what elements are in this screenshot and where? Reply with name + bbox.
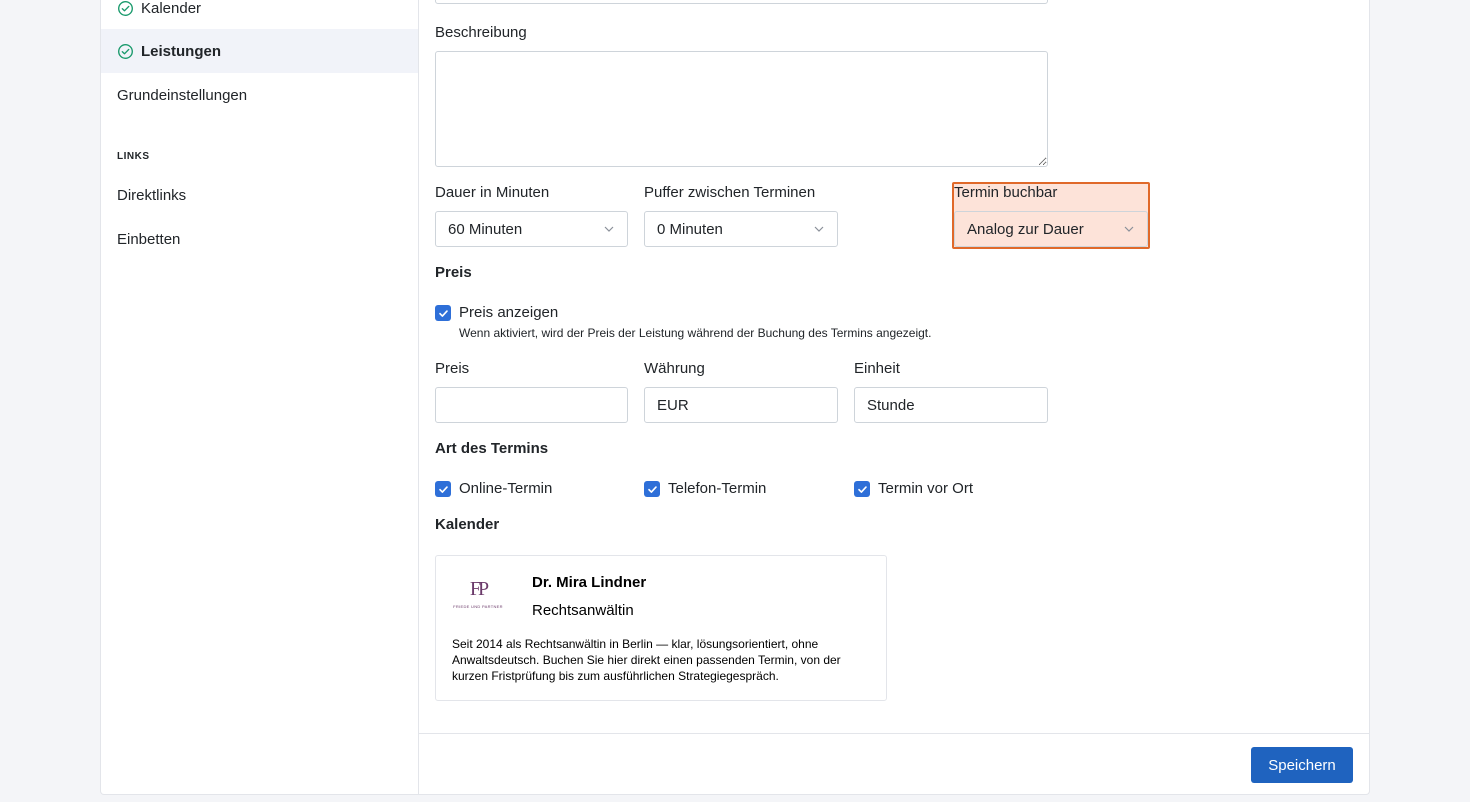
check-circle-icon [118,43,133,59]
bookable-select[interactable]: Analog zur Dauer [954,211,1148,247]
sidebar-item-direktlinks[interactable]: Direktlinks [101,173,418,217]
duration-label: Dauer in Minuten [435,184,550,201]
sidebar-item-grundeinstellungen[interactable]: Grundeinstellungen [101,73,418,117]
phone-appointment-checkbox[interactable] [644,481,660,497]
name-input[interactable] [435,0,1048,4]
chevron-down-icon [1124,226,1134,232]
card-name: Dr. Mira Lindner [532,574,647,591]
links-section-title: LINKS [117,151,150,162]
price-input[interactable] [435,387,628,423]
logo-subtext: FRIEDE UND PARTNER [453,604,503,609]
sidebar-item-leistungen[interactable]: Leistungen [101,29,418,73]
chevron-down-icon [604,226,614,232]
buffer-label: Puffer zwischen Terminen [644,184,816,201]
checkmark-icon [438,309,448,317]
sidebar: Kalender Leistungen Grundeinstellungen L… [101,0,419,794]
app-panel: Kalender Leistungen Grundeinstellungen L… [100,0,1370,795]
bookable-field-highlight: Termin buchbar Analog zur Dauer [952,182,1150,249]
law-firm-logo: FP FRIEDE UND PARTNER [452,578,504,618]
online-appointment-label: Online-Termin [459,480,553,497]
price-label: Preis [435,360,470,377]
show-price-checkbox[interactable] [435,305,451,321]
buffer-value: 0 Minuten [657,220,723,238]
sidebar-item-einbetten[interactable]: Einbetten [101,217,418,261]
footer-bar: Speichern [419,733,1369,795]
currency-label: Währung [644,360,705,377]
checkmark-icon [857,485,867,493]
logo-monogram: FP [469,578,489,600]
price-heading: Preis [435,264,472,281]
buffer-select[interactable]: 0 Minuten [644,211,838,247]
currency-input[interactable] [644,387,838,423]
show-price-label: Preis anzeigen [459,304,559,321]
onsite-appointment-label: Termin vor Ort [878,480,974,497]
sidebar-item-kalender[interactable]: Kalender [101,0,418,30]
checkmark-icon [647,485,657,493]
save-button[interactable]: Speichern [1251,747,1353,783]
sidebar-item-label: Direktlinks [117,186,187,204]
duration-select[interactable]: 60 Minuten [435,211,628,247]
check-circle-icon [118,0,133,16]
chevron-down-icon [814,226,824,232]
description-label: Beschreibung [435,24,527,41]
bookable-value: Analog zur Dauer [967,220,1084,238]
show-price-help: Wenn aktiviert, wird der Preis der Leist… [459,326,932,340]
unit-label: Einheit [854,360,900,377]
onsite-appointment-checkbox[interactable] [854,481,870,497]
card-role: Rechtsanwältin [532,602,634,619]
checkmark-icon [438,485,448,493]
card-description: Seit 2014 als Rechtsanwältin in Berlin —… [452,637,841,683]
calendar-card[interactable]: FP FRIEDE UND PARTNER Dr. Mira Lindner R… [435,555,887,701]
sidebar-item-label: Grundeinstellungen [117,86,248,104]
bookable-label: Termin buchbar [954,184,1058,201]
online-appointment-checkbox[interactable] [435,481,451,497]
main-content: Beschreibung Dauer in Minuten 60 Minuten… [419,0,1369,794]
sidebar-item-label: Kalender [141,0,202,17]
calendar-heading: Kalender [435,516,500,533]
sidebar-item-label: Leistungen [141,42,222,60]
appointment-type-heading: Art des Termins [435,440,549,457]
phone-appointment-label: Telefon-Termin [668,480,767,497]
description-textarea[interactable] [435,51,1048,167]
duration-value: 60 Minuten [448,220,523,238]
sidebar-item-label: Einbetten [117,230,181,248]
unit-input[interactable] [854,387,1048,423]
